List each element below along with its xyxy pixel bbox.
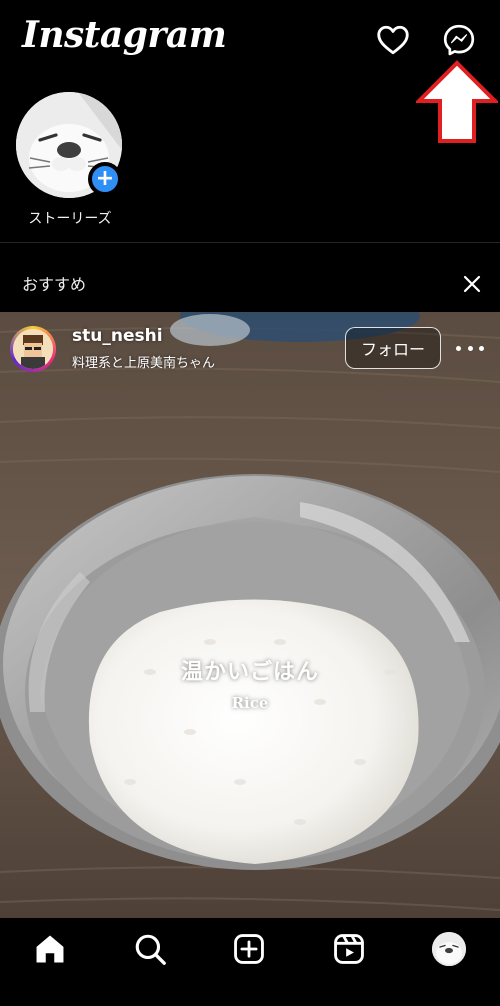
more-horizontal-icon[interactable]: [456, 338, 484, 358]
post-subtitle: 料理系と上原美南ちゃん: [72, 356, 216, 371]
messenger-icon[interactable]: [441, 22, 477, 58]
follow-button[interactable]: フォロー: [345, 327, 441, 369]
video-caption-japanese: 温かいごはん: [180, 660, 319, 685]
post-username[interactable]: stu_neshi: [72, 326, 163, 346]
close-icon[interactable]: [460, 272, 484, 296]
add-post-icon[interactable]: [232, 932, 266, 966]
divider: [0, 242, 500, 243]
reels-icon[interactable]: [332, 932, 366, 966]
plus-icon[interactable]: +: [88, 162, 122, 196]
recommended-label: おすすめ: [22, 275, 87, 294]
own-story[interactable]: + ストーリーズ: [12, 88, 128, 228]
bottom-navigation: [0, 918, 500, 1006]
story-label: ストーリーズ: [28, 211, 112, 227]
top-bar: Instagram: [0, 0, 500, 143]
post-author-avatar[interactable]: [10, 326, 56, 372]
suggested-post[interactable]: stu_neshi 料理系と上原美南ちゃん フォロー 温かいごはん Rice: [0, 312, 500, 918]
instagram-logo[interactable]: Instagram: [22, 14, 227, 56]
instagram-app: Instagram + ストーリーズ おすすめ stu_neshi 料理系と上原…: [0, 0, 500, 1006]
heart-icon[interactable]: [375, 22, 411, 58]
search-icon[interactable]: [133, 932, 167, 966]
rice-bowl-photo: [0, 312, 500, 918]
profile-avatar-icon[interactable]: [432, 932, 466, 966]
home-icon[interactable]: [33, 932, 67, 966]
video-caption-english: Rice: [231, 694, 269, 712]
red-up-arrow-icon: [416, 60, 498, 143]
